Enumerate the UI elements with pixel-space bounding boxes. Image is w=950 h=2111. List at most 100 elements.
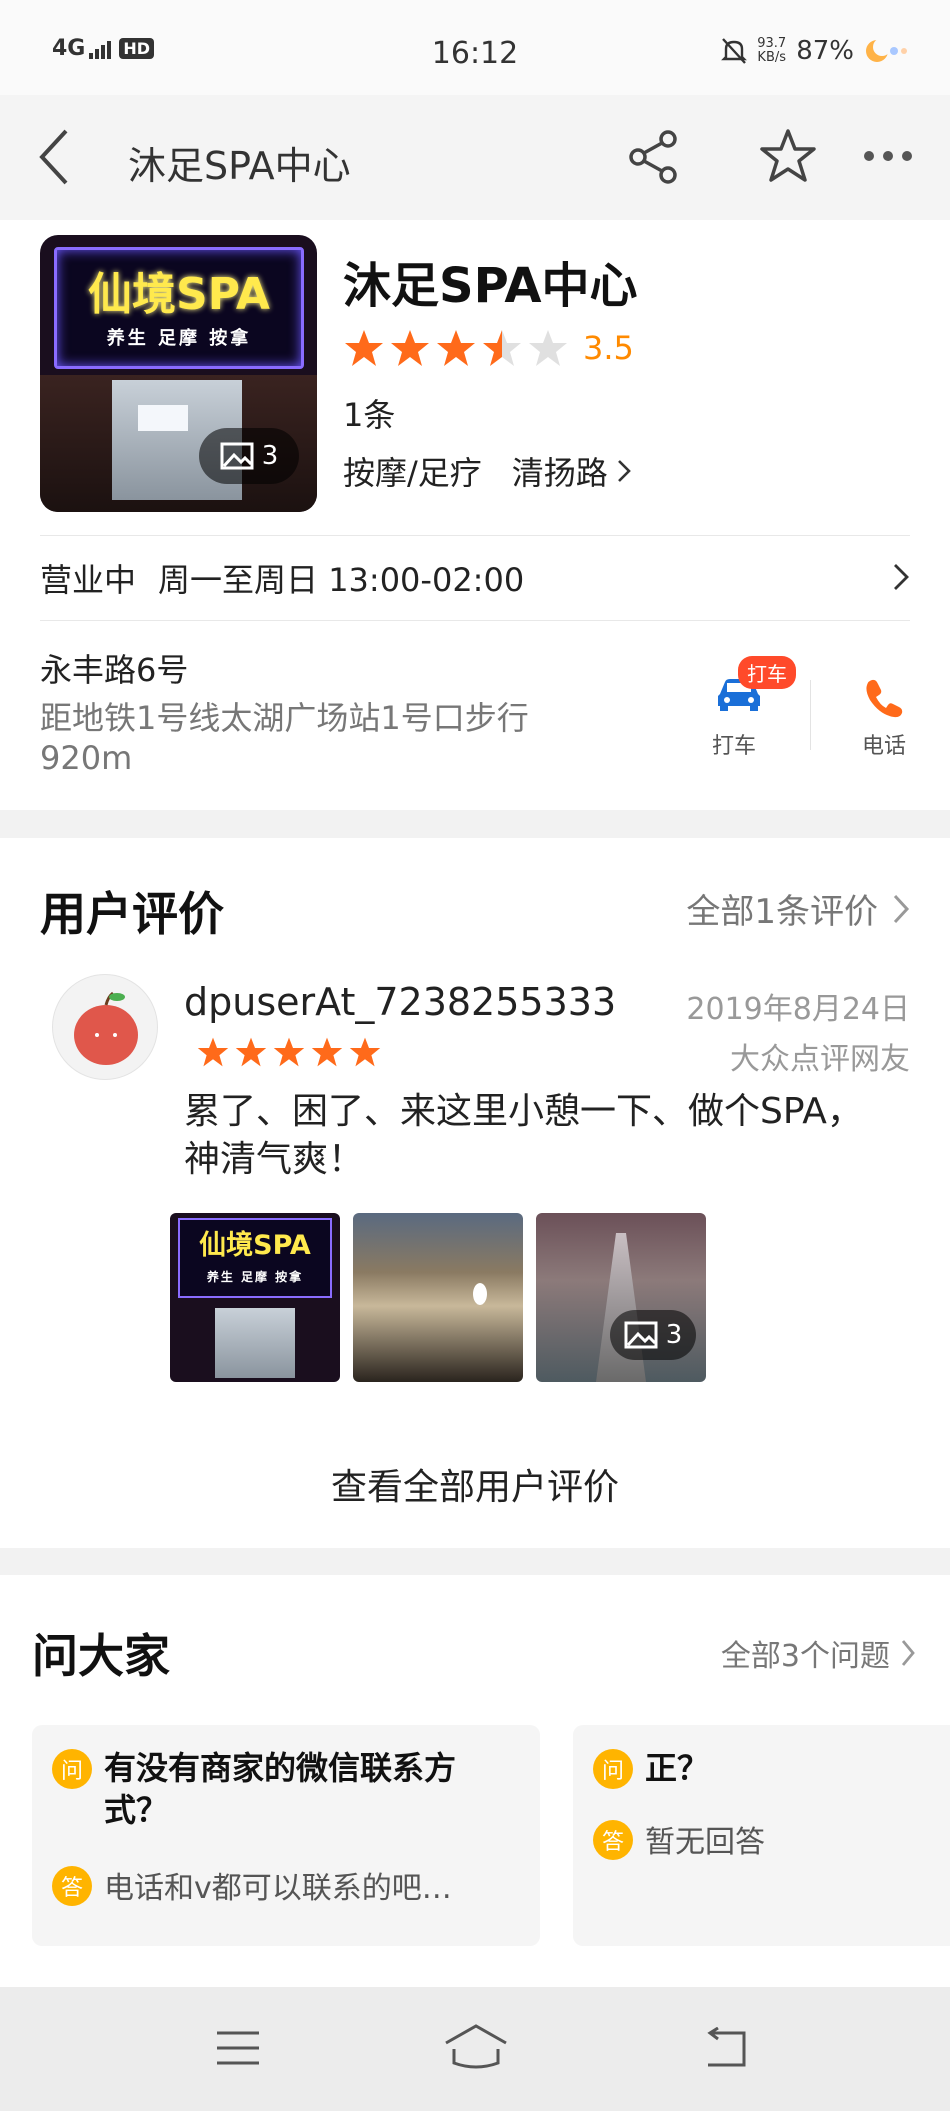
taxi-badge: 打车 <box>738 656 796 689</box>
question-icon: 问 <box>593 1749 633 1789</box>
shop-sign-image: 仙境SPA 养生 足摩 按拿 <box>54 247 304 369</box>
avatar[interactable] <box>52 974 158 1080</box>
more-dot-icon <box>883 151 893 161</box>
review-count: 1条 <box>343 396 396 434</box>
chevron-right-icon <box>617 460 631 482</box>
answer-row: 答 暂无回答 <box>593 1817 765 1861</box>
more-button[interactable] <box>864 151 912 161</box>
category-area[interactable]: 按摩/足疗 清扬路 <box>343 448 632 494</box>
image-icon <box>624 1321 658 1349</box>
phone-icon <box>866 679 903 718</box>
favorite-button[interactable] <box>758 127 818 189</box>
all-reviews-label: 全部1条评价 <box>686 892 878 932</box>
nav-bar: 沐足SPA中心 <box>0 95 950 220</box>
divider <box>810 680 811 750</box>
all-questions-label: 全部3个问题 <box>720 1639 890 1674</box>
shop-info-card: 仙境SPA 养生 足摩 按拿 3 沐足SPA中心 3.5 1条 按摩/足疗 清扬… <box>0 220 950 810</box>
home-icon <box>445 2024 507 2069</box>
lobby-light <box>473 1283 487 1305</box>
star-filled-icon <box>273 1037 305 1067</box>
review-text[interactable]: 累了、困了、来这里小憩一下、做个SPA，神清气爽！ <box>184 1088 884 1184</box>
answer-text: 电话和v都可以联系的吧… <box>104 1871 452 1906</box>
chevron-right-icon <box>893 894 910 923</box>
review-date: 2019年8月24日 <box>686 992 910 1027</box>
area-label: 清扬路 <box>511 454 608 492</box>
review-source: 大众点评网友 <box>730 1042 910 1077</box>
all-reviews-link[interactable]: 全部1条评价 <box>686 884 910 933</box>
star-filled-icon <box>391 330 429 366</box>
divider <box>40 535 910 536</box>
net-speed: 93.7 KB/s <box>757 37 786 65</box>
photo-count-badge: 3 <box>610 1310 696 1360</box>
rating-score: 3.5 <box>583 329 634 367</box>
menu-button[interactable] <box>215 2029 261 2071</box>
hours-arrow[interactable] <box>892 562 910 596</box>
review-photos: 仙境SPA 养生 足摩 按拿 3 <box>170 1213 706 1382</box>
back-button[interactable] <box>36 125 72 193</box>
star-outline-icon <box>760 129 816 182</box>
back-nav-button[interactable] <box>700 2026 748 2073</box>
answer-icon: 答 <box>593 1820 633 1860</box>
ask-everyone-section: 问大家 全部3个问题 问 有没有商家的微信联系方式？ 答 电话和v都可以联系的吧… <box>0 1575 950 1987</box>
photo-count-badge: 3 <box>199 428 299 484</box>
see-all-reviews-button[interactable]: 查看全部用户评价 <box>0 1458 950 1510</box>
reviewer-name[interactable]: dpuserAt_7238255333 <box>184 980 616 1024</box>
share-icon <box>629 130 677 184</box>
shop-name: 沐足SPA中心 <box>343 258 638 314</box>
star-filled-icon <box>345 330 383 366</box>
user-reviews-section: 用户评价 全部1条评价 dpuserAt_7238255333 2019年8月2… <box>0 838 950 1548</box>
question-text: 正？ <box>645 1749 710 1787</box>
answer-row: 答 电话和v都可以联系的吧… <box>52 1863 452 1907</box>
star-half-icon <box>483 330 521 366</box>
menu-icon <box>217 2031 259 2065</box>
hours-text: 周一至周日 13:00-02:00 <box>158 561 525 599</box>
photo-count: 3 <box>261 441 279 471</box>
star-filled-icon <box>197 1037 229 1067</box>
phone-label: 电话 <box>862 734 907 759</box>
shop-photo[interactable]: 仙境SPA 养生 足摩 按拿 3 <box>40 235 317 512</box>
star-filled-icon <box>437 330 475 366</box>
storefront-light <box>138 405 188 431</box>
nav-title: 沐足SPA中心 <box>128 144 351 188</box>
all-questions-link[interactable]: 全部3个问题 <box>721 1631 916 1675</box>
shop-rating: 3.5 <box>343 328 634 368</box>
question-card[interactable]: 问 有没有商家的微信联系方式？ 答 电话和v都可以联系的吧… <box>32 1725 540 1946</box>
shop-sign-text: 仙境SPA <box>88 269 270 320</box>
answer-text: 暂无回答 <box>645 1825 765 1860</box>
phone-button[interactable] <box>862 676 906 724</box>
shop-sign-subtext: 养生 足摩 按拿 <box>206 1270 304 1284</box>
business-hours-row[interactable]: 营业中 周一至周日 13:00-02:00 <box>40 555 524 601</box>
share-button[interactable] <box>626 129 682 189</box>
review-photo[interactable]: 3 <box>536 1213 706 1382</box>
question-row: 问 正？ <box>593 1747 950 1789</box>
chevron-left-icon <box>39 129 68 185</box>
review-photo[interactable] <box>353 1213 523 1382</box>
address[interactable]: 永丰路6号 <box>40 645 188 691</box>
storefront-door <box>215 1308 295 1378</box>
shop-sign-text: 仙境SPA <box>199 1230 311 1261</box>
image-icon <box>220 442 254 470</box>
photo-count: 3 <box>665 1320 683 1350</box>
net-speed-unit: KB/s <box>757 50 787 65</box>
chevron-right-icon <box>894 564 909 590</box>
question-row: 问 有没有商家的微信联系方式？ <box>52 1747 512 1831</box>
taxi-button[interactable]: 打车 <box>710 656 796 716</box>
question-card[interactable]: 问 正？ 答 暂无回答 <box>573 1725 950 1946</box>
review-photo[interactable]: 仙境SPA 养生 足摩 按拿 <box>170 1213 340 1382</box>
category-label: 按摩/足疗 <box>343 454 482 492</box>
mute-bell-icon <box>721 38 748 64</box>
shop-sign-image: 仙境SPA 养生 足摩 按拿 <box>178 1218 332 1298</box>
battery-moon-icon <box>866 38 907 62</box>
chevron-right-icon <box>901 1640 915 1666</box>
metro-directions: 距地铁1号线太湖广场站1号口步行920m <box>40 699 529 777</box>
answer-icon: 答 <box>52 1866 92 1906</box>
question-icon: 问 <box>52 1749 92 1789</box>
net-speed-value: 93.7 <box>757 36 787 51</box>
system-nav-bar <box>0 1987 950 2111</box>
more-dot-icon <box>902 151 912 161</box>
battery-level: 87% <box>796 36 854 66</box>
question-text: 有没有商家的微信联系方式？ <box>104 1749 457 1829</box>
star-filled-icon <box>235 1037 267 1067</box>
return-icon <box>707 2026 746 2067</box>
home-button[interactable] <box>444 2023 508 2075</box>
